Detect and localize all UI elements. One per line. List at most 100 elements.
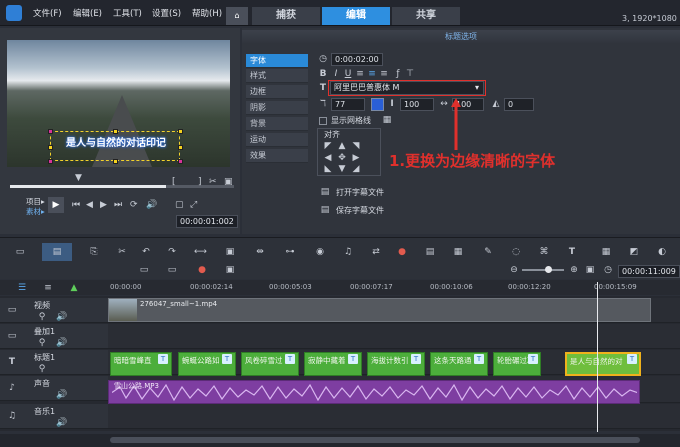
go-start-icon[interactable]: ⏮ [72,200,80,210]
undo-icon[interactable]: ↶ [140,246,152,258]
mark-in-icon[interactable]: [ [172,177,176,187]
playhead-marker-icon[interactable]: ▼ [75,173,82,183]
tab-edit[interactable]: 编辑 [322,7,390,25]
pan-zoom-icon[interactable]: ▣ [224,246,236,258]
duration-field[interactable]: 0:00:02:00 [331,53,383,66]
zoom-in-icon[interactable]: ⊕ [568,264,580,276]
visibility-icon[interactable]: ⚲ [36,311,48,323]
menu-help[interactable]: 帮助(H) [192,7,222,19]
play-button[interactable]: ▶ [48,197,64,213]
tab-share[interactable]: 共享 [392,7,460,25]
multicam-icon[interactable]: ▦ [452,246,464,258]
tools-icon[interactable]: ✂ [116,246,128,258]
align-top-icon[interactable]: ▲ [336,140,348,152]
timeline-playhead[interactable] [597,282,598,432]
volume-icon[interactable]: 🔊 [146,200,157,210]
prev-frame-icon[interactable]: ◀ [86,200,93,210]
next-frame-icon[interactable]: ▶ [100,200,107,210]
align-bottom-right-icon[interactable]: ◢ [350,163,362,175]
color-grading-icon[interactable]: ◩ [628,246,640,258]
sidetab-border[interactable]: 边框 [246,85,308,99]
clip-mode-label[interactable]: 素材▸ [26,206,45,217]
mask-icon[interactable]: ◉ [314,246,326,258]
redo-icon[interactable]: ↷ [166,246,178,258]
sidetab-background[interactable]: 背景 [246,117,308,131]
text-orientation-icon[interactable]: ⊤ [404,68,416,80]
menu-file[interactable]: 文件(F) [33,7,62,19]
rotate-handle[interactable] [178,159,183,164]
fit-timeline-icon[interactable]: ⟷ [194,246,207,258]
zoom-slider-thumb[interactable] [545,266,552,273]
path-icon[interactable]: ◌ [510,246,522,258]
instant-project-icon[interactable]: ▭ [166,264,178,276]
paste-icon[interactable]: ⎘ [88,246,100,258]
lens-icon[interactable]: ◐ [656,246,668,258]
save-subtitle-button[interactable]: 保存字幕文件 [336,205,384,216]
ripple-edit-icon[interactable]: ▲ [68,282,80,294]
line-spacing-field[interactable]: 100 [400,98,434,111]
visibility-icon[interactable]: ⚲ [36,337,48,349]
font-size-field[interactable]: 77 [331,98,365,111]
scene-icon[interactable]: ⌘ [538,246,550,258]
menu-settings[interactable]: 设置(S) [152,7,181,19]
home-icon[interactable]: ⌂ [226,7,248,25]
storyboard-view-icon[interactable]: ▭ [14,246,26,258]
resize-handle[interactable] [113,129,118,134]
loop-icon[interactable]: ⟳ [130,200,138,210]
speaker-icon[interactable]: 🔊 [56,417,68,429]
sidetab-shadow[interactable]: 阴影 [246,101,308,115]
sidetab-motion[interactable]: 运动 [246,133,308,147]
fit-icon[interactable]: ⤢ [190,200,197,210]
align-center-icon[interactable]: ≡ [366,68,378,80]
rotate-field[interactable]: 0 [504,98,534,111]
timeline-view-button[interactable]: ▤ [42,243,72,261]
rotate-handle[interactable] [48,159,53,164]
mark-out-icon[interactable]: ] [198,177,202,187]
grid-settings-icon[interactable]: ▦ [381,114,393,126]
zoom-slider[interactable] [522,269,564,271]
sidetab-font[interactable]: 字体 [246,54,308,68]
align-top-left-icon[interactable]: ◤ [322,140,334,152]
snapshot-icon[interactable]: ▣ [224,177,233,187]
resize-handle[interactable] [48,145,53,150]
text-3d-icon[interactable]: T [566,246,578,258]
speaker-icon[interactable]: 🔊 [56,389,68,401]
fit-project-icon[interactable]: ▣ [584,264,596,276]
hd-preview-icon[interactable]: ▢ [175,200,184,210]
scrollbar-thumb[interactable] [110,437,640,443]
underline-icon[interactable]: U [342,68,354,80]
add-marker-icon[interactable]: ≡ [42,282,54,294]
bold-icon[interactable]: B [317,68,329,80]
zoom-out-icon[interactable]: ⊖ [508,264,520,276]
sidetab-effect[interactable]: 效果 [246,149,308,163]
effects-icon[interactable]: ▣ [224,264,236,276]
menu-edit[interactable]: 编辑(E) [73,7,102,19]
thumbnail-icon[interactable]: ▭ [138,264,150,276]
speaker-icon[interactable]: 🔊 [56,311,68,323]
menu-tools[interactable]: 工具(T) [113,7,142,19]
font-color-swatch[interactable] [371,98,384,111]
align-right-icon[interactable]: ≡ [378,68,390,80]
go-end-icon[interactable]: ⏭ [114,200,122,210]
grid-checkbox[interactable] [319,117,327,125]
scissors-icon[interactable]: ✂ [209,177,217,187]
open-subtitle-button[interactable]: 打开字幕文件 [336,187,384,198]
motion-track-icon[interactable]: ⇄ [370,246,382,258]
resize-handle[interactable] [113,159,118,164]
timeline-timecode[interactable]: 00:00:11:009 [618,265,680,278]
record-icon[interactable]: ● [396,246,408,258]
tab-capture[interactable]: 捕获 [252,7,320,25]
painting-icon[interactable]: ✎ [482,246,494,258]
audio-mixer-icon[interactable]: ♫ [342,246,354,258]
subtitle-icon[interactable]: ▤ [424,246,436,258]
motion-icon[interactable]: ⇹ [254,246,266,258]
preview-timecode[interactable]: 00:00:01:002 [176,215,238,228]
visibility-icon[interactable]: ⚲ [36,363,48,375]
align-left-icon[interactable]: ≡ [354,68,366,80]
sidetab-style[interactable]: 样式 [246,69,308,83]
align-top-right-icon[interactable]: ◥ [350,140,362,152]
resize-handle[interactable] [178,145,183,150]
text-direction-icon[interactable]: ƒ [392,68,404,80]
align-bottom-left-icon[interactable]: ◣ [322,163,334,175]
rotate-handle[interactable] [48,129,53,134]
